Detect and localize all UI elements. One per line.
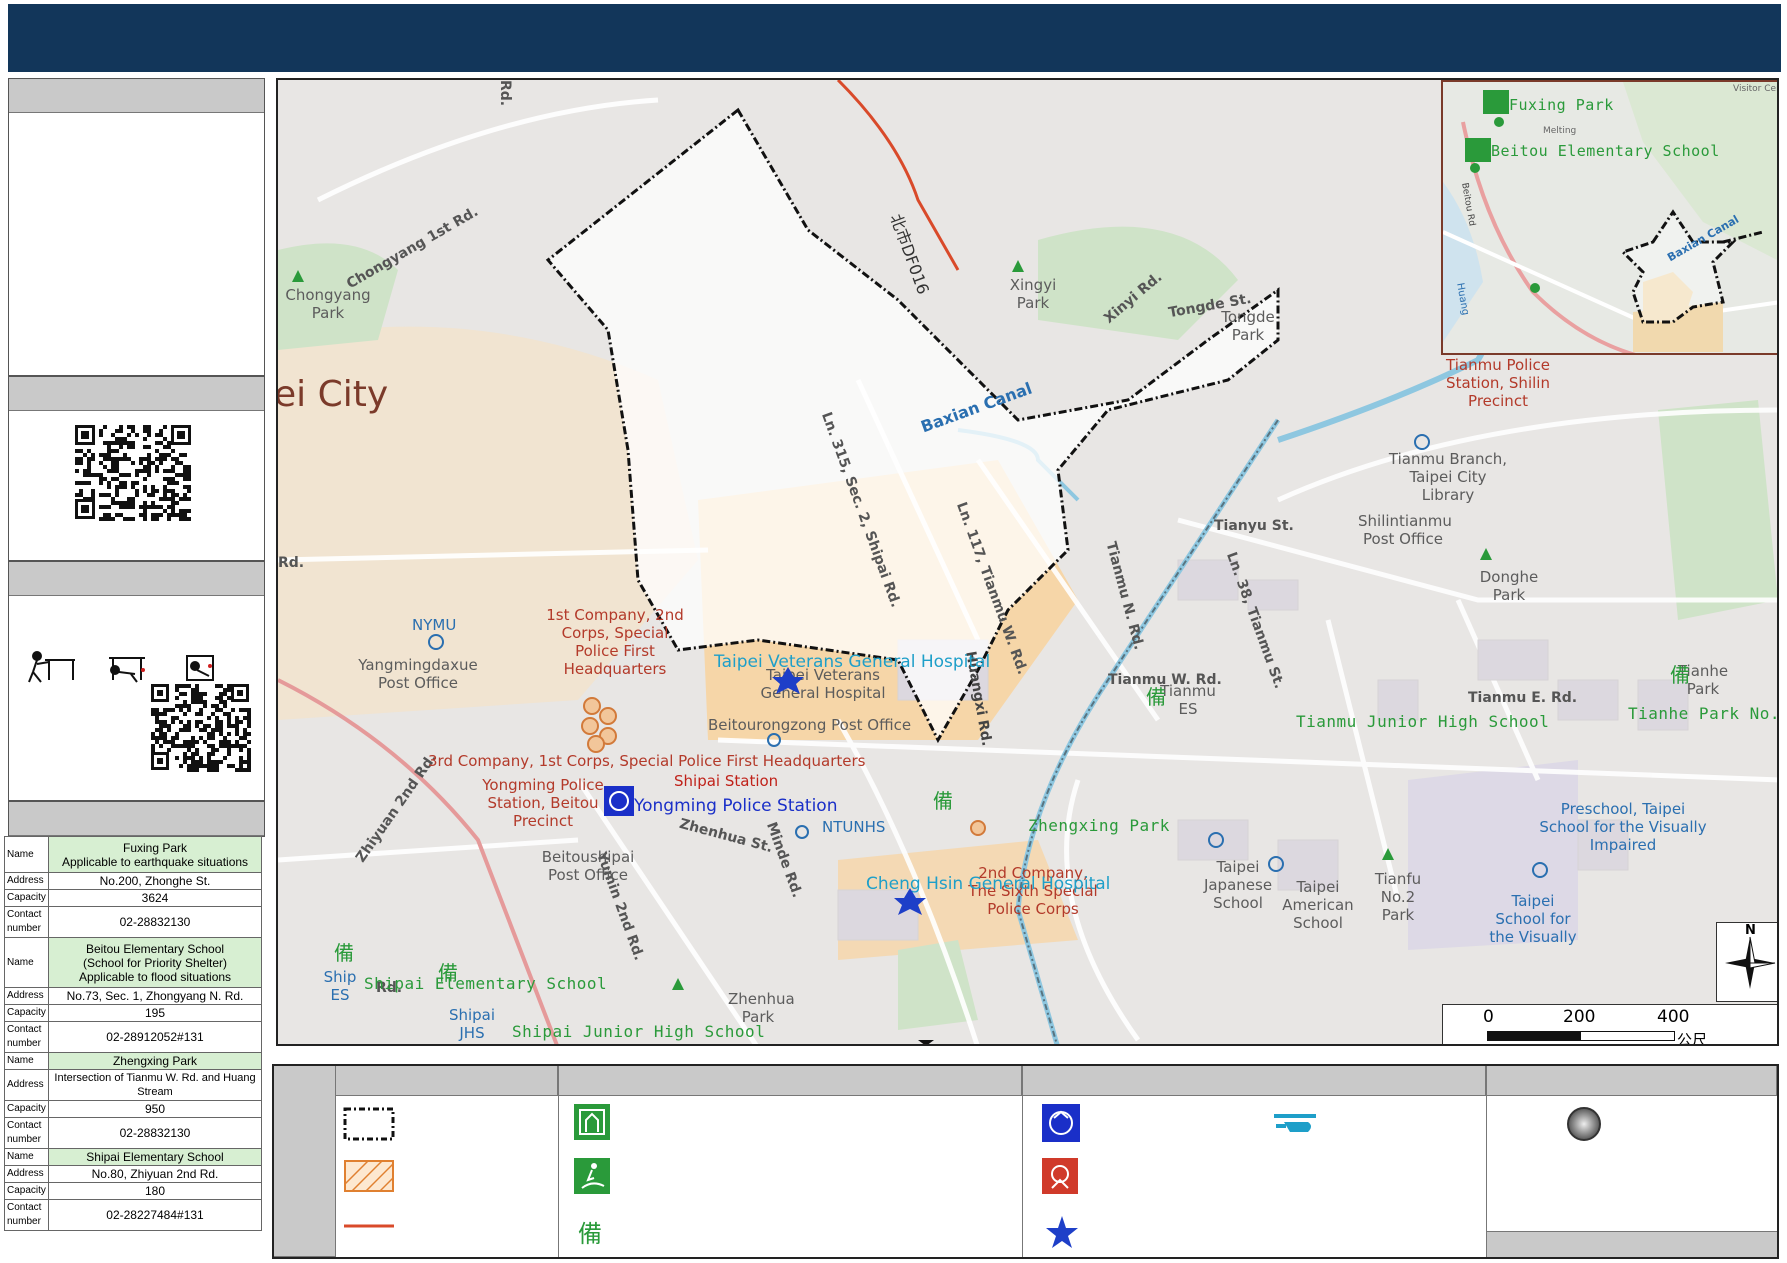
inset-map[interactable]: Fuxing Park Beitou Elementary School Bax… bbox=[1441, 80, 1777, 355]
hospital-legend-icon bbox=[1046, 1216, 1078, 1248]
qr-code-2[interactable] bbox=[149, 682, 251, 772]
hospital-icon bbox=[894, 888, 926, 915]
hospital-icon bbox=[772, 667, 804, 694]
shelter-2-capacity-label: Capacity bbox=[4, 1004, 49, 1022]
legend-panel: 備 bbox=[272, 1064, 1779, 1259]
shelter-1-address: No.200, Zhonghe St. bbox=[48, 872, 262, 890]
north-label: N bbox=[1745, 923, 1756, 938]
shelter-2-contact-label: Contact number bbox=[4, 1021, 49, 1053]
shelter-4-address-label: Address bbox=[4, 1165, 49, 1183]
north-arrow: N bbox=[1716, 922, 1777, 1002]
legend-header-4 bbox=[1486, 1066, 1777, 1096]
qr-panel bbox=[8, 376, 265, 561]
title-bar bbox=[8, 4, 1781, 72]
scale-tick: 0 bbox=[1483, 1007, 1494, 1027]
shelter-2-name-label: Name bbox=[4, 937, 49, 988]
shelter-1-capacity-label: Capacity bbox=[4, 889, 49, 907]
fire-station-legend-icon bbox=[1042, 1158, 1078, 1194]
scale-tick: 400 bbox=[1657, 1007, 1690, 1027]
inset-shelter-label: Fuxing Park bbox=[1509, 96, 1614, 114]
shelter-panel bbox=[8, 801, 265, 837]
shelter-1-contact-label: Contact number bbox=[4, 906, 49, 938]
qr-code-1[interactable] bbox=[73, 423, 193, 521]
scale-tick: 200 bbox=[1563, 1007, 1596, 1027]
scale-bar: 0 200 400 公尺 bbox=[1442, 1004, 1777, 1046]
shelter-1-address-label: Address bbox=[4, 872, 49, 890]
police-station-legend-icon bbox=[1042, 1104, 1080, 1142]
shelter-4-contact-label: Contact number bbox=[4, 1199, 49, 1231]
svg-text:備: 備 bbox=[1146, 685, 1166, 709]
helicopter-legend-icon bbox=[1274, 1114, 1316, 1132]
info-panel bbox=[8, 78, 265, 376]
beicang-legend-icon: 備 bbox=[578, 1220, 602, 1248]
shelter-2-contact: 02-28912052#131 bbox=[48, 1021, 262, 1053]
shelter-3-capacity: 950 bbox=[48, 1100, 262, 1118]
police-station-icon bbox=[604, 786, 634, 816]
shelter-table: Name Fuxing Park Applicable to earthquake … bbox=[4, 836, 262, 1231]
shelter-3-address: Intersection of Tianmu W. Rd. and Huang … bbox=[48, 1069, 262, 1101]
action-panel bbox=[8, 561, 265, 801]
info-panel-header bbox=[9, 79, 264, 113]
legend-side-header bbox=[274, 1066, 336, 1257]
shelter-2-name: Beitou Elementary School (School for Prio… bbox=[48, 937, 262, 988]
park-shelter-legend-icon bbox=[574, 1158, 610, 1194]
school-shelter-legend-icon bbox=[574, 1104, 610, 1140]
legend-header-2 bbox=[558, 1066, 1022, 1096]
hatched-area-legend-icon bbox=[344, 1160, 394, 1192]
legend-col-line bbox=[1486, 1066, 1487, 1257]
svg-text:備: 備 bbox=[438, 961, 458, 985]
shelter-1-name-label: Name bbox=[4, 836, 49, 873]
boundary-legend-icon bbox=[343, 1107, 395, 1141]
svg-text:備: 備 bbox=[933, 789, 953, 813]
shelter-4-capacity: 180 bbox=[48, 1182, 262, 1200]
shelter-1-contact: 02-28832130 bbox=[48, 906, 262, 938]
shelter-4-capacity-label: Capacity bbox=[4, 1182, 49, 1200]
legend-header-1 bbox=[336, 1066, 558, 1096]
shelter-3-name: Zhengxing Park bbox=[48, 1052, 262, 1070]
shelter-panel-header bbox=[9, 802, 264, 836]
shelter-3-capacity-label: Capacity bbox=[4, 1100, 49, 1118]
shelter-1-capacity: 3624 bbox=[48, 889, 262, 907]
shelter-3-contact: 02-28832130 bbox=[48, 1117, 262, 1149]
inset-poi-label: Visitor Center bbox=[1733, 84, 1777, 94]
scale-unit: 公尺 bbox=[1677, 1031, 1708, 1046]
shelter-3-contact-label: Contact number bbox=[4, 1117, 49, 1149]
legend-header-3 bbox=[1022, 1066, 1486, 1096]
action-panel-header bbox=[9, 562, 264, 596]
shelter-1-name: Fuxing Park Applicable to earthquake situ… bbox=[48, 836, 262, 873]
inset-poi-label: Melting bbox=[1543, 126, 1577, 136]
park-icon bbox=[292, 260, 1492, 990]
legend-col-line bbox=[558, 1066, 559, 1257]
shelter-2-address-label: Address bbox=[4, 987, 49, 1005]
dropdown-marker-icon bbox=[918, 1040, 934, 1044]
route-legend-icon bbox=[344, 1224, 394, 1228]
legend-divider bbox=[1486, 1231, 1777, 1257]
main-map[interactable]: ei City 北市DF016 Chongyang 1st Rd. Ln. 31… bbox=[276, 78, 1779, 1046]
shelter-2-capacity: 195 bbox=[48, 1004, 262, 1022]
special-police-icon bbox=[581, 697, 986, 836]
svg-text:備: 備 bbox=[334, 941, 354, 965]
shelter-2-address: No.73, Sec. 1, Zhongyang N. Rd. bbox=[48, 987, 262, 1005]
shelter-4-contact: 02-28227484#131 bbox=[48, 1199, 262, 1231]
inset-shelter-label: Beitou Elementary School bbox=[1491, 142, 1720, 160]
legend-col-line bbox=[1022, 1066, 1023, 1257]
library-icon bbox=[428, 434, 1548, 878]
shelter-4-address: No.80, Zhiyuan 2nd Rd. bbox=[48, 1165, 262, 1183]
beicang-icon: 備備備備備 bbox=[334, 663, 1690, 985]
svg-text:備: 備 bbox=[1670, 663, 1690, 687]
shelter-3-address-label: Address bbox=[4, 1069, 49, 1101]
shelter-3-name-label: Name bbox=[4, 1052, 49, 1070]
qr-panel-header bbox=[9, 377, 264, 411]
shelter-4-name-label: Name bbox=[4, 1148, 49, 1166]
shelter-4-name: Shipai Elementary School bbox=[48, 1148, 262, 1166]
scale-bar-graphic bbox=[1487, 1031, 1675, 1041]
circle-point-legend-icon bbox=[1567, 1107, 1601, 1141]
